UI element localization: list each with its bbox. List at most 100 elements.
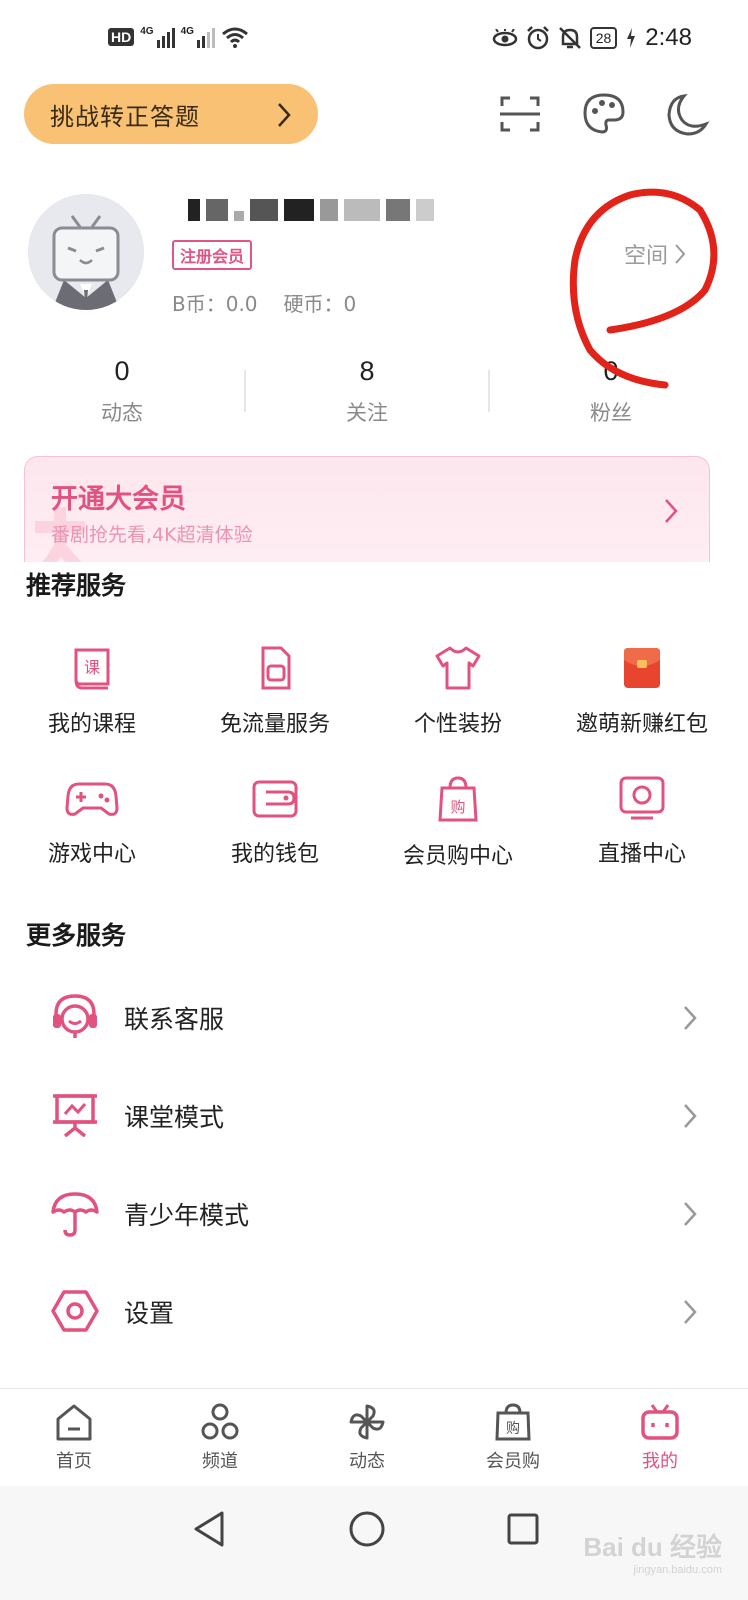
scan-icon[interactable] bbox=[498, 92, 542, 136]
service-invite-red-packet[interactable]: 邀萌新赚红包 bbox=[552, 644, 732, 738]
battery-indicator: 28 bbox=[589, 27, 618, 49]
signal-icon: 4G bbox=[140, 26, 175, 48]
tshirt-icon bbox=[435, 646, 481, 690]
clock: 2:48 bbox=[645, 24, 692, 51]
status-bar: HD 4G 4G 28 2:48 bbox=[0, 0, 748, 84]
service-wallet[interactable]: 我的钱包 bbox=[185, 774, 365, 868]
nav-label: 动态 bbox=[349, 1451, 385, 1472]
nav-me[interactable]: 我的 bbox=[610, 1403, 710, 1473]
service-label: 邀萌新赚红包 bbox=[575, 712, 708, 737]
recommended-services-title: 推荐服务 bbox=[26, 571, 127, 600]
chevron-right-icon bbox=[684, 1104, 697, 1128]
shop-bag-icon: 购 bbox=[495, 1403, 531, 1441]
wallet-icon bbox=[252, 780, 298, 818]
divider bbox=[244, 370, 246, 412]
coin-info: B币：0.0 硬币：0 bbox=[172, 288, 356, 317]
service-vip-shop[interactable]: 购 会员购中心 bbox=[368, 774, 548, 870]
pinwheel-icon bbox=[349, 1404, 385, 1440]
nav-channel[interactable]: 频道 bbox=[170, 1403, 270, 1473]
home-icon bbox=[56, 1404, 92, 1441]
nav-label: 会员购 bbox=[486, 1451, 540, 1472]
stat-posts[interactable]: 0 动态 bbox=[42, 356, 202, 427]
course-icon: 课 bbox=[74, 648, 110, 690]
service-dress-up[interactable]: 个性装扮 bbox=[368, 644, 548, 738]
chevron-right-icon bbox=[684, 1202, 697, 1226]
red-annotation-circle bbox=[569, 188, 718, 389]
service-label: 直播中心 bbox=[597, 842, 686, 867]
row-label: 课堂模式 bbox=[124, 1103, 225, 1132]
challenge-quiz-button[interactable]: 挑战转正答题 bbox=[24, 84, 318, 144]
svg-text:购: 购 bbox=[506, 1421, 520, 1437]
divider bbox=[488, 370, 490, 412]
watermark-brand: Bai du 经验 bbox=[583, 1532, 722, 1562]
row-label: 设置 bbox=[124, 1299, 175, 1328]
system-navigation-bar: Bai du 经验 jingyan.baidu.com bbox=[0, 1486, 748, 1600]
headset-icon bbox=[53, 994, 97, 1038]
nav-label: 首页 bbox=[56, 1451, 92, 1472]
service-label: 我的钱包 bbox=[230, 842, 319, 867]
vip-title: 开通大会员 bbox=[51, 484, 186, 515]
row-settings[interactable]: 设置 bbox=[0, 1266, 748, 1364]
nav-vip-shop[interactable]: 购 会员购 bbox=[463, 1403, 563, 1473]
eye-icon bbox=[492, 29, 517, 47]
service-my-courses[interactable]: 课 我的课程 bbox=[2, 644, 182, 738]
service-label: 个性装扮 bbox=[413, 712, 502, 737]
settings-icon bbox=[51, 1290, 99, 1332]
home-circle-icon[interactable] bbox=[348, 1510, 386, 1548]
nav-label: 频道 bbox=[202, 1451, 238, 1472]
stat-label: 动态 bbox=[101, 401, 143, 425]
red-packet-icon bbox=[624, 648, 660, 688]
watermark-url: jingyan.baidu.com bbox=[633, 1564, 722, 1576]
chevron-right-icon bbox=[278, 103, 291, 127]
palette-icon[interactable] bbox=[582, 92, 626, 136]
chevron-right-icon bbox=[684, 1300, 697, 1324]
alarm-icon bbox=[526, 26, 549, 50]
tv-mascot-icon bbox=[641, 1404, 679, 1440]
row-label: 青少年模式 bbox=[124, 1201, 250, 1230]
service-label: 游戏中心 bbox=[47, 842, 136, 867]
back-icon[interactable] bbox=[192, 1510, 228, 1548]
row-teen-mode[interactable]: 青少年模式 bbox=[0, 1168, 748, 1266]
watermark: Bai du 经验 jingyan.baidu.com bbox=[583, 1527, 722, 1576]
challenge-label: 挑战转正答题 bbox=[50, 102, 200, 131]
nav-home[interactable]: 首页 bbox=[24, 1403, 124, 1473]
channel-icon bbox=[201, 1403, 239, 1440]
svg-text:课: 课 bbox=[84, 658, 100, 677]
sim-card-icon bbox=[261, 646, 291, 690]
charging-icon bbox=[627, 28, 636, 48]
nav-dynamics[interactable]: 动态 bbox=[317, 1403, 417, 1473]
svg-text:购: 购 bbox=[450, 798, 465, 816]
service-label: 免流量服务 bbox=[219, 712, 330, 737]
b-coin-balance: B币：0.0 bbox=[172, 292, 258, 316]
row-contact-support[interactable]: 联系客服 bbox=[0, 972, 748, 1070]
gamepad-icon bbox=[65, 782, 119, 816]
stat-value: 8 bbox=[359, 356, 375, 386]
signal-icon: 4G bbox=[181, 26, 215, 48]
nav-label: 我的 bbox=[642, 1451, 678, 1472]
service-label: 我的课程 bbox=[47, 712, 136, 737]
avatar[interactable] bbox=[28, 194, 144, 310]
hd-indicator: HD bbox=[108, 28, 135, 46]
service-game-center[interactable]: 游戏中心 bbox=[2, 774, 182, 868]
night-mode-icon[interactable] bbox=[666, 92, 710, 136]
service-data-free[interactable]: 免流量服务 bbox=[185, 644, 365, 738]
stat-following[interactable]: 8 关注 bbox=[287, 356, 447, 427]
recents-icon[interactable] bbox=[506, 1512, 540, 1546]
chevron-right-icon bbox=[684, 1006, 697, 1030]
shopping-bag-icon: 购 bbox=[438, 776, 478, 822]
bottom-navigation: 首页 频道 动态 购 会员购 我的 bbox=[0, 1388, 748, 1486]
row-classroom-mode[interactable]: 课堂模式 bbox=[0, 1070, 748, 1168]
member-badge[interactable]: 注册会员 bbox=[172, 240, 253, 270]
vip-subtitle: 番剧抢先看,4K超清体验 bbox=[51, 524, 253, 546]
stat-value: 0 bbox=[114, 356, 130, 386]
live-tv-icon bbox=[619, 776, 665, 820]
service-live-center[interactable]: 直播中心 bbox=[552, 774, 732, 868]
classroom-icon bbox=[53, 1094, 97, 1138]
wifi-icon bbox=[221, 27, 248, 48]
umbrella-icon bbox=[51, 1192, 99, 1237]
mute-icon bbox=[558, 27, 581, 49]
chevron-right-icon bbox=[665, 499, 678, 523]
tv-mascot-avatar-icon bbox=[28, 194, 144, 310]
hard-coin-balance: 硬币：0 bbox=[283, 292, 357, 316]
row-label: 联系客服 bbox=[124, 1005, 225, 1034]
